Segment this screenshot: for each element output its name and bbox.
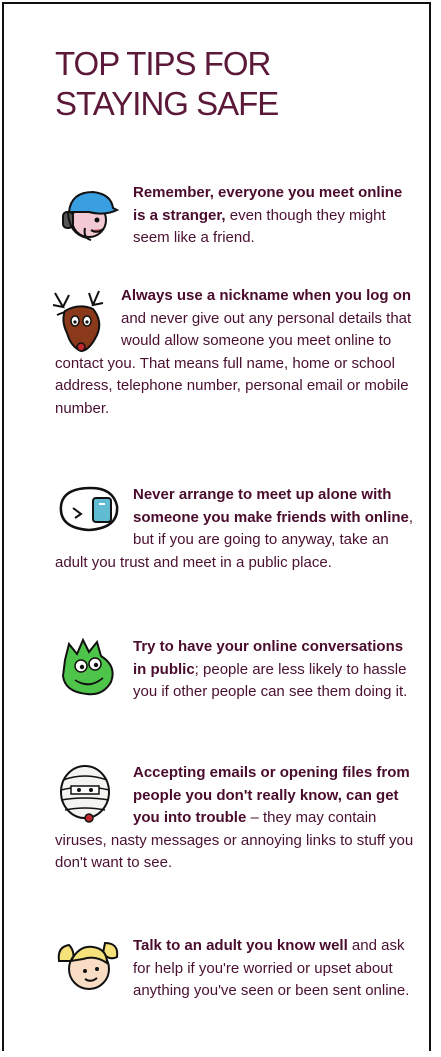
cap-character-icon — [55, 182, 125, 248]
tip-3-bold: Never arrange to meet up alone with some… — [133, 486, 409, 526]
green-monster-icon — [55, 636, 127, 700]
tip-2-bold: Always use a nickname when you log on — [121, 287, 412, 304]
tip-item: Never arrange to meet up alone with some… — [55, 484, 415, 574]
computer-character-icon — [55, 484, 127, 548]
tip-item: Talk to an adult you know well and ask f… — [55, 935, 415, 1003]
girl-pigtails-icon — [55, 935, 127, 999]
title-line-2: STAYING SAFE — [55, 85, 279, 122]
tip-6-bold: Talk to an adult you know well — [133, 937, 348, 954]
reindeer-icon — [43, 285, 115, 353]
tip-item: Always use a nickname when you log on an… — [52, 285, 415, 420]
page-title: TOP TIPS FOR STAYING SAFE — [55, 44, 279, 124]
tip-item: Remember, everyone you meet online is a … — [55, 182, 415, 250]
tip-item: Try to have your online conversations in… — [55, 636, 415, 704]
mummy-icon — [55, 762, 127, 826]
tip-item: Accepting emails or opening files from p… — [55, 762, 415, 875]
title-line-1: TOP TIPS FOR — [55, 45, 271, 82]
